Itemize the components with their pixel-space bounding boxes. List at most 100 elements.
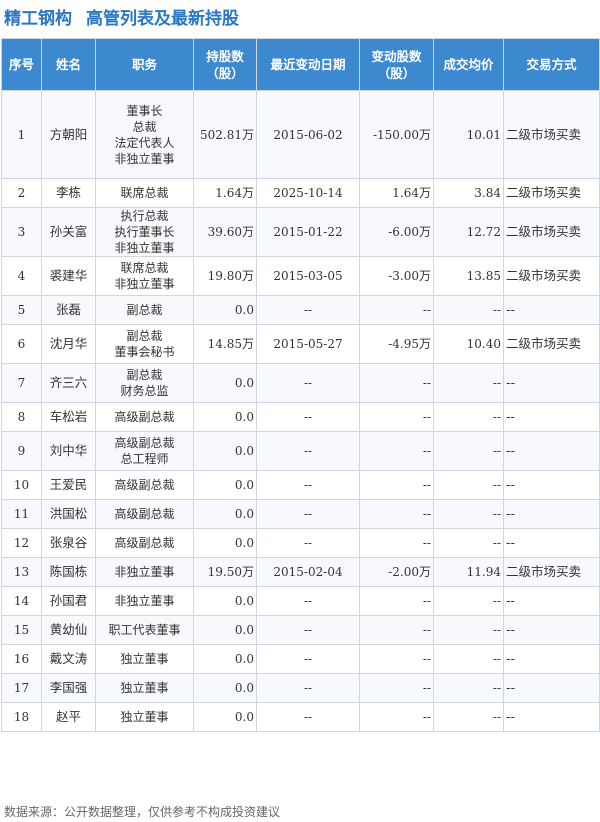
- trade-method: --: [503, 295, 600, 325]
- position-title: 非独立董事: [114, 151, 175, 166]
- trade-method: --: [503, 586, 600, 616]
- average-price: 13.85: [433, 256, 504, 296]
- position-title: 非独立董事: [114, 241, 175, 255]
- last-change-date: --: [256, 702, 360, 732]
- change-shares: --: [359, 470, 434, 500]
- change-shares: 1.64万: [359, 178, 434, 208]
- holdings-shares: 19.50万: [193, 557, 257, 587]
- last-change-date: --: [256, 499, 360, 529]
- executive-name: 孙国君: [41, 586, 96, 616]
- executive-positions: 副总裁 董事会秘书: [95, 324, 194, 364]
- executive-name: 赵平: [41, 702, 96, 732]
- col-holdings-header: 持股数 （股）: [193, 38, 257, 91]
- trade-method: 二级市场买卖: [503, 324, 600, 364]
- position-title: 执行总裁: [120, 209, 169, 223]
- table-row: 8 车松岩 高级副总裁 0.0 -- -- -- --: [1, 402, 600, 432]
- col-avg-price-header: 成交均价: [433, 38, 504, 91]
- trade-method: --: [503, 363, 600, 403]
- row-index: 7: [1, 363, 42, 403]
- average-price: --: [433, 295, 504, 325]
- last-change-date: --: [256, 528, 360, 558]
- holdings-shares: 39.60万: [193, 207, 257, 257]
- holdings-shares: 0.0: [193, 402, 257, 432]
- table-row: 5 张磊 副总裁 0.0 -- -- -- --: [1, 295, 600, 325]
- average-price: --: [433, 499, 504, 529]
- row-index: 2: [1, 178, 42, 208]
- table-row: 1 方朝阳 董事长 总裁 法定代表人 非独立董事 502.81万 2015-06-02 -150…: [1, 90, 600, 179]
- executive-positions: 职工代表董事: [95, 615, 194, 645]
- position-title: 独立董事: [120, 681, 169, 695]
- trade-method: 二级市场买卖: [503, 178, 600, 208]
- executive-positions: 高级副总裁: [95, 402, 194, 432]
- holdings-shares: 0.0: [193, 295, 257, 325]
- row-index: 13: [1, 557, 42, 587]
- trade-method: --: [503, 528, 600, 558]
- last-change-date: --: [256, 615, 360, 645]
- change-shares: --: [359, 363, 434, 403]
- position-title: 高级副总裁: [114, 478, 175, 492]
- trade-method: 二级市场买卖: [503, 207, 600, 257]
- holdings-shares: 0.0: [193, 615, 257, 645]
- page-header: 精工钢构 高管列表及最新持股: [0, 0, 600, 32]
- table-row: 3 孙关富 执行总裁 执行董事长 非独立董事 39.60万 2015-01-22 -6.00万…: [1, 207, 600, 257]
- average-price: --: [433, 702, 504, 732]
- table-row: 2 李栋 联席总裁 1.64万 2025-10-14 1.64万 3.84 二级市场买卖: [1, 178, 600, 208]
- executive-name: 裘建华: [41, 256, 96, 296]
- table-row: 16 戴文涛 独立董事 0.0 -- -- -- --: [1, 644, 600, 674]
- row-index: 12: [1, 528, 42, 558]
- trade-method: 二级市场买卖: [503, 256, 600, 296]
- average-price: --: [433, 470, 504, 500]
- table-row: 13 陈国栋 非独立董事 19.50万 2015-02-04 -2.00万 11.94 二级市…: [1, 557, 600, 587]
- row-index: 1: [1, 90, 42, 179]
- position-title: 高级副总裁: [114, 436, 175, 450]
- average-price: --: [433, 586, 504, 616]
- executive-name: 王爱民: [41, 470, 96, 500]
- executive-positions: 副总裁 财务总监: [95, 363, 194, 403]
- last-change-date: --: [256, 402, 360, 432]
- change-shares: -6.00万: [359, 207, 434, 257]
- trade-method: --: [503, 615, 600, 645]
- holdings-shares: 0.0: [193, 470, 257, 500]
- average-price: --: [433, 673, 504, 703]
- row-index: 8: [1, 402, 42, 432]
- position-title: 高级副总裁: [114, 536, 175, 550]
- last-change-date: 2015-01-22: [256, 207, 360, 257]
- position-title: 独立董事: [120, 652, 169, 666]
- executive-positions: 执行总裁 执行董事长 非独立董事: [95, 207, 194, 257]
- table-row: 17 李国强 独立董事 0.0 -- -- -- --: [1, 673, 600, 703]
- position-title: 非独立董事: [114, 277, 175, 291]
- row-index: 10: [1, 470, 42, 500]
- change-shares: -150.00万: [359, 90, 434, 179]
- executive-name: 戴文涛: [41, 644, 96, 674]
- executive-positions: 董事长 总裁 法定代表人 非独立董事: [95, 90, 194, 179]
- trade-method: 二级市场买卖: [503, 557, 600, 587]
- col-position-header: 职务: [95, 38, 194, 91]
- last-change-date: 2025-10-14: [256, 178, 360, 208]
- change-shares: --: [359, 295, 434, 325]
- change-shares: --: [359, 702, 434, 732]
- holdings-shares: 0.0: [193, 644, 257, 674]
- executive-name: 陈国栋: [41, 557, 96, 587]
- change-shares: --: [359, 431, 434, 471]
- position-title: 董事会秘书: [114, 345, 175, 359]
- table-row: 14 孙国君 非独立董事 0.0 -- -- -- --: [1, 586, 600, 616]
- col-index-header: 序号: [1, 38, 42, 91]
- trade-method: --: [503, 431, 600, 471]
- position-title: 副总裁: [126, 368, 163, 382]
- holdings-shares: 0.0: [193, 431, 257, 471]
- executive-name: 车松岩: [41, 402, 96, 432]
- last-change-date: 2015-06-02: [256, 90, 360, 179]
- executive-positions: 独立董事: [95, 644, 194, 674]
- average-price: --: [433, 363, 504, 403]
- row-index: 9: [1, 431, 42, 471]
- holdings-shares: 502.81万: [193, 90, 257, 179]
- change-shares: -4.95万: [359, 324, 434, 364]
- company-name: 精工钢构: [4, 8, 72, 29]
- position-title: 联席总裁: [120, 186, 169, 200]
- position-title: 财务总监: [120, 384, 169, 398]
- position-title: 副总裁: [126, 329, 163, 343]
- table-row: 6 沈月华 副总裁 董事会秘书 14.85万 2015-05-27 -4.95万 10.40 二…: [1, 324, 600, 364]
- last-change-date: --: [256, 673, 360, 703]
- trade-method: --: [503, 499, 600, 529]
- executive-positions: 高级副总裁: [95, 528, 194, 558]
